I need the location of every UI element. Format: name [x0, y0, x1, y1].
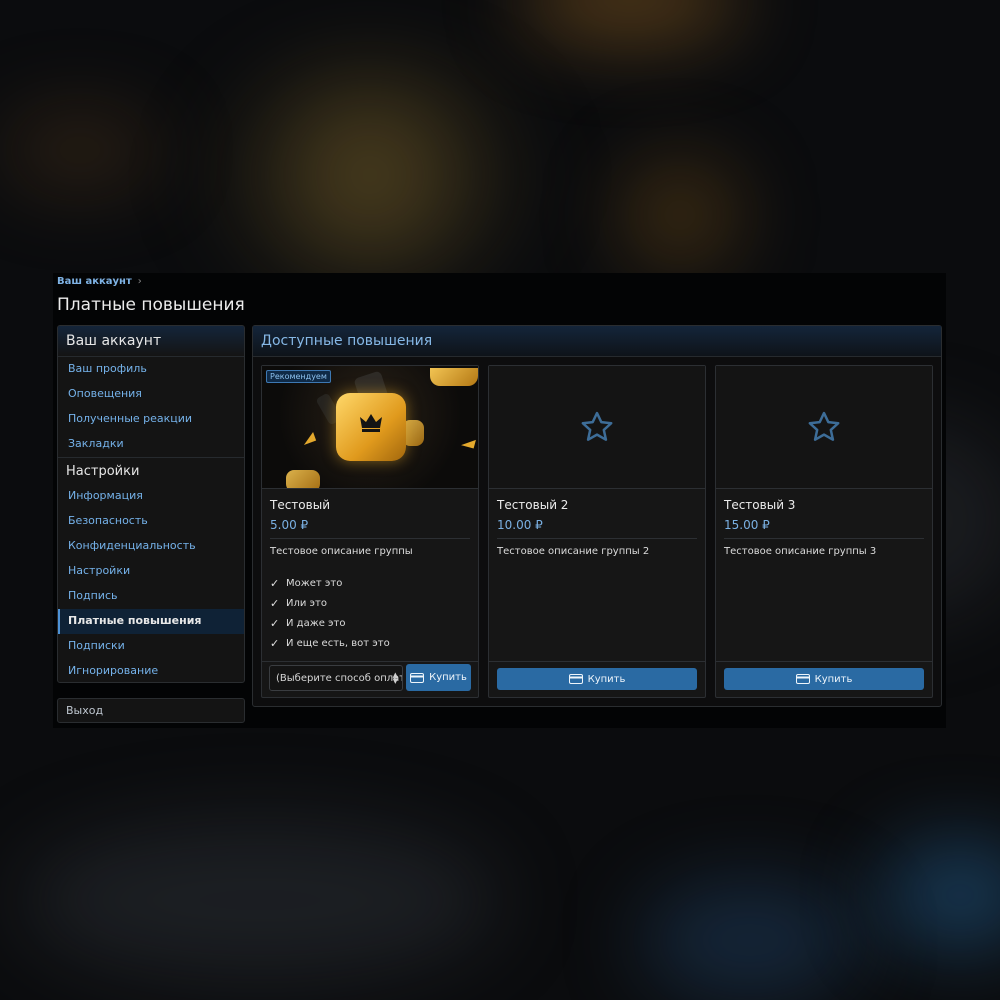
upgrades-panel: Доступные повышения Рекомендуем Тестовый…: [252, 325, 942, 707]
sidebar-item-following[interactable]: Подписки: [58, 634, 244, 659]
check-icon: ✓: [270, 576, 280, 590]
sidebar-settings-header[interactable]: Настройки: [58, 457, 244, 484]
account-upgrades-page: Ваш аккаунт › Платные повышения Ваш акка…: [53, 273, 946, 728]
sidebar-item-profile[interactable]: Ваш профиль: [58, 357, 244, 382]
feature-item: ✓ Может это: [270, 576, 343, 590]
buy-button[interactable]: Купить: [724, 668, 924, 690]
check-icon: ✓: [270, 636, 280, 650]
buy-button[interactable]: Купить: [497, 668, 697, 690]
chevron-right-icon: ›: [137, 276, 142, 287]
upgrade-price: 5.00 ₽: [270, 518, 309, 532]
upgrade-image: [489, 366, 705, 489]
sidebar-item-reactions[interactable]: Полученные реакции: [58, 407, 244, 432]
upgrade-card: Рекомендуем Тестовый 5.00 ₽ Тестовое опи…: [261, 365, 479, 698]
breadcrumb-account-link[interactable]: Ваш аккаунт: [57, 276, 132, 287]
breadcrumb: Ваш аккаунт ›: [57, 276, 142, 287]
upgrade-price: 15.00 ₽: [724, 518, 770, 532]
upgrade-card: Тестовый 3 15.00 ₽ Тестовое описание гру…: [715, 365, 933, 698]
sidebar-item-alerts[interactable]: Оповещения: [58, 382, 244, 407]
feature-item: ✓ И еще есть, вот это: [270, 636, 390, 650]
divider: [497, 538, 697, 539]
card-footer: Купить: [489, 661, 705, 697]
logout-link[interactable]: Выход: [57, 698, 245, 723]
sidebar-item-upgrades[interactable]: Платные повышения: [58, 609, 244, 634]
check-icon: ✓: [270, 616, 280, 630]
upgrade-image: [716, 366, 932, 489]
crown-icon: [360, 414, 382, 432]
card-footer: (Выберите способ оплаты) ▲ ▼ Купить: [262, 661, 478, 697]
select-arrows-icon: ▲ ▼: [392, 671, 398, 685]
upgrade-name: Тестовый 2: [497, 498, 569, 512]
upgrade-description: Тестовое описание группы: [270, 546, 413, 557]
upgrade-image: Рекомендуем: [262, 366, 478, 489]
sidebar-item-ignoring[interactable]: Игнорирование: [58, 659, 244, 682]
buy-button[interactable]: Купить: [406, 664, 471, 691]
sidebar-item-preferences[interactable]: Настройки: [58, 559, 244, 584]
page-title: Платные повышения: [57, 295, 245, 315]
sidebar-item-security[interactable]: Безопасность: [58, 509, 244, 534]
promo-image: [262, 366, 478, 488]
card-footer: Купить: [716, 661, 932, 697]
upgrade-price: 10.00 ₽: [497, 518, 543, 532]
upgrade-description: Тестовое описание группы 2: [497, 546, 650, 557]
sidebar-account-header[interactable]: Ваш аккаунт: [58, 326, 244, 357]
upgrade-name: Тестовый 3: [724, 498, 796, 512]
star-icon: [808, 411, 840, 441]
credit-card-icon: [410, 672, 425, 683]
feature-list: ✓ Может это ✓ Или это ✓ И даже это ✓ И еще е…: [270, 573, 390, 653]
sidebar-item-bookmarks[interactable]: Закладки: [58, 432, 244, 457]
feature-item: ✓ И даже это: [270, 616, 346, 630]
upgrade-name: Тестовый: [270, 498, 330, 512]
star-icon: [581, 411, 613, 441]
sidebar-item-details[interactable]: Информация: [58, 484, 244, 509]
upgrade-description: Тестовое описание группы 3: [724, 546, 877, 557]
check-icon: ✓: [270, 596, 280, 610]
sidebar-item-signature[interactable]: Подпись: [58, 584, 244, 609]
upgrade-card: Тестовый 2 10.00 ₽ Тестовое описание гру…: [488, 365, 706, 698]
payment-method-select[interactable]: (Выберите способ оплаты) ▲ ▼: [269, 665, 403, 691]
credit-card-icon: [795, 674, 810, 684]
recommended-badge: Рекомендуем: [266, 370, 331, 383]
upgrades-panel-title: Доступные повышения: [253, 326, 941, 357]
account-sidebar: Ваш аккаунт Ваш профиль Оповещения Получ…: [57, 325, 245, 683]
feature-item: ✓ Или это: [270, 596, 327, 610]
divider: [270, 538, 470, 539]
credit-card-icon: [568, 674, 583, 684]
sidebar-item-privacy[interactable]: Конфиденциальность: [58, 534, 244, 559]
divider: [724, 538, 924, 539]
